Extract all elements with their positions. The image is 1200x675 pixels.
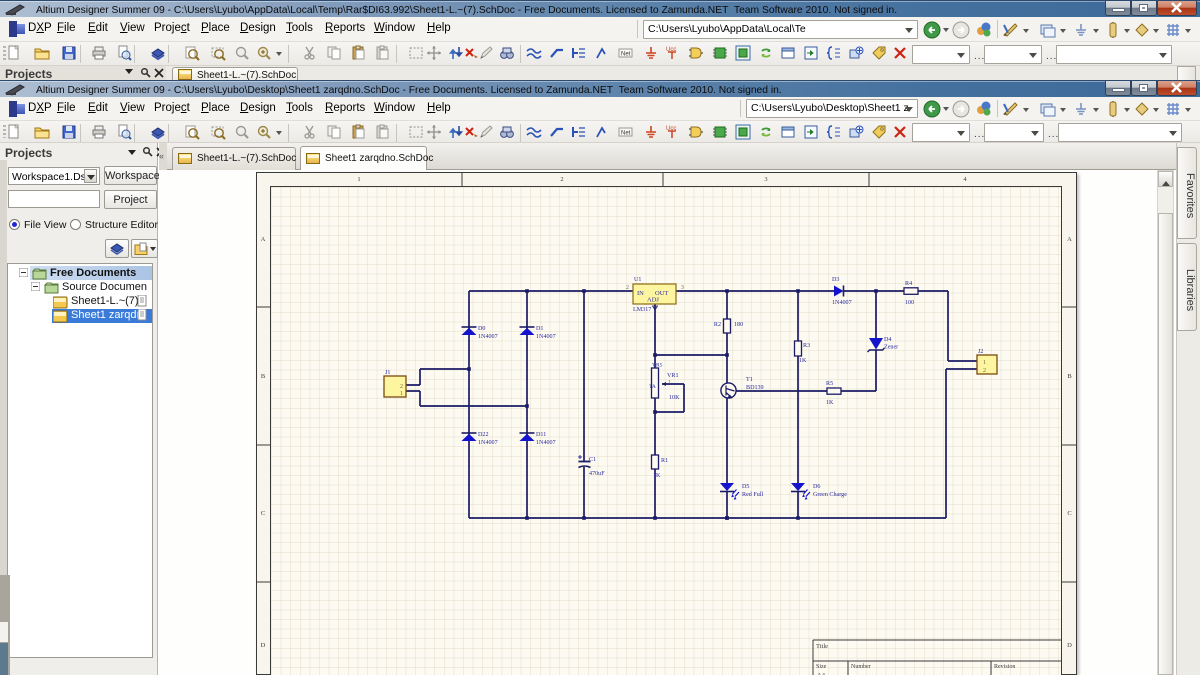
svg-text:D5: D5 — [742, 484, 749, 490]
svg-text:VR5: VR5 — [652, 363, 663, 369]
svg-text:TA: TA — [649, 384, 656, 390]
svg-text:B: B — [261, 373, 266, 380]
svg-text:D0: D0 — [478, 326, 485, 332]
svg-text:4: 4 — [963, 176, 967, 183]
svg-text:2: 2 — [626, 285, 629, 291]
svg-text:Green Charge: Green Charge — [813, 492, 847, 498]
svg-text:Title: Title — [816, 643, 828, 650]
svg-text:1N4007: 1N4007 — [832, 300, 852, 306]
svg-text:D3: D3 — [832, 277, 839, 283]
svg-text:1K: 1K — [826, 400, 834, 406]
svg-text:2: 2 — [400, 384, 403, 390]
svg-text:100: 100 — [905, 300, 914, 306]
svg-text:C: C — [261, 510, 265, 517]
svg-text:3: 3 — [764, 176, 767, 183]
svg-text:T1: T1 — [746, 377, 753, 383]
svg-text:C: C — [1067, 510, 1071, 517]
svg-text:10K: 10K — [669, 395, 680, 401]
svg-text:R4: R4 — [905, 281, 912, 287]
svg-text:R1: R1 — [661, 458, 668, 464]
svg-text:Revision: Revision — [994, 664, 1015, 670]
svg-text:1K: 1K — [799, 358, 807, 364]
svg-text:D1: D1 — [536, 326, 543, 332]
svg-text:J1: J1 — [385, 370, 390, 376]
svg-text:1N4007: 1N4007 — [478, 334, 498, 340]
svg-text:J2: J2 — [978, 349, 983, 355]
svg-text:3: 3 — [681, 285, 684, 291]
svg-text:2: 2 — [983, 368, 986, 374]
svg-text:1: 1 — [668, 380, 671, 386]
svg-text:D4: D4 — [884, 337, 891, 343]
svg-text:1: 1 — [983, 360, 986, 366]
svg-text:LM317: LM317 — [633, 307, 651, 313]
svg-text:470uF: 470uF — [589, 471, 605, 477]
svg-text:1K: 1K — [653, 473, 661, 479]
svg-text:BD139: BD139 — [746, 385, 764, 391]
svg-text:2: 2 — [560, 176, 563, 183]
svg-text:D: D — [1067, 642, 1072, 649]
svg-text:ADJ: ADJ — [647, 297, 659, 304]
svg-text:1N4007: 1N4007 — [536, 334, 556, 340]
svg-text:C1: C1 — [589, 457, 596, 463]
svg-text:R2: R2 — [714, 322, 721, 328]
svg-text:Size: Size — [816, 664, 827, 670]
svg-text:D: D — [261, 642, 266, 649]
svg-text:B: B — [1067, 373, 1072, 380]
svg-text:1N4007: 1N4007 — [536, 440, 556, 446]
svg-text:R5: R5 — [826, 381, 833, 387]
svg-text:180: 180 — [734, 322, 743, 328]
svg-text:D11: D11 — [536, 432, 546, 438]
svg-text:1N4007: 1N4007 — [478, 440, 498, 446]
svg-text:R3: R3 — [803, 343, 810, 349]
svg-text:Zener: Zener — [884, 345, 898, 351]
svg-text:A: A — [1067, 236, 1072, 243]
svg-text:D6: D6 — [813, 484, 820, 490]
svg-text:IN: IN — [637, 290, 644, 297]
svg-text:A: A — [261, 236, 266, 243]
svg-text:Number: Number — [851, 664, 871, 670]
svg-text:1: 1 — [357, 176, 360, 183]
svg-text:U1: U1 — [634, 277, 641, 283]
svg-text:D22: D22 — [478, 432, 489, 438]
svg-text:VR1: VR1 — [667, 373, 679, 379]
svg-text:Red Full: Red Full — [742, 492, 763, 498]
svg-text:1: 1 — [400, 391, 403, 397]
